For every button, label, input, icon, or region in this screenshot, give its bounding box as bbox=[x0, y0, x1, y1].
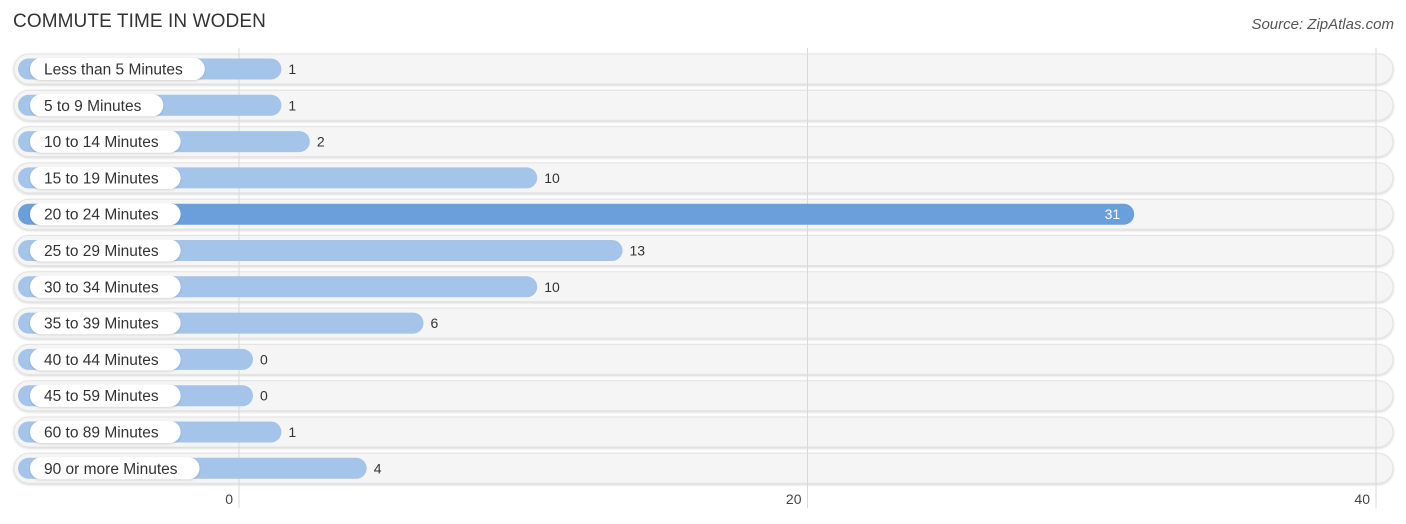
bars: Less than 5 Minutes 1 5 to 9 Minutes 1 10 to… bbox=[18, 58, 1135, 480]
category-label: 90 or more Minutes bbox=[44, 461, 178, 478]
value-label: 10 bbox=[544, 170, 560, 186]
x-axis-ticks: 0 20 40 bbox=[225, 491, 1370, 507]
value-label: 6 bbox=[431, 315, 439, 331]
bar-row: 30 to 34 Minutes 10 bbox=[18, 275, 560, 298]
value-label: 4 bbox=[374, 460, 382, 476]
category-label: 60 to 89 Minutes bbox=[44, 425, 159, 442]
x-tick-label: 0 bbox=[225, 491, 233, 507]
bar-row: 25 to 29 Minutes 13 bbox=[18, 239, 646, 262]
category-label: 15 to 19 Minutes bbox=[44, 170, 159, 187]
value-label: 13 bbox=[630, 243, 646, 259]
value-label: 1 bbox=[288, 61, 296, 77]
value-label: 0 bbox=[260, 388, 268, 404]
bar-row: 45 to 59 Minutes 0 bbox=[18, 384, 268, 407]
value-label: 31 bbox=[1105, 206, 1121, 222]
bar-row: 20 to 24 Minutes 31 bbox=[18, 203, 1135, 226]
category-label: 5 to 9 Minutes bbox=[44, 98, 142, 115]
value-label: 1 bbox=[288, 424, 296, 440]
bar bbox=[18, 203, 1135, 225]
category-label: 40 to 44 Minutes bbox=[44, 352, 159, 369]
category-label: 35 to 39 Minutes bbox=[44, 316, 159, 333]
category-label: 25 to 29 Minutes bbox=[44, 243, 159, 260]
bar-row: 60 to 89 Minutes 1 bbox=[18, 421, 296, 443]
x-tick-label: 20 bbox=[786, 491, 802, 507]
value-label: 1 bbox=[288, 97, 296, 113]
value-label: 2 bbox=[317, 134, 325, 150]
bar-row: 5 to 9 Minutes 1 bbox=[18, 94, 296, 117]
bar-row: 10 to 14 Minutes 2 bbox=[18, 130, 325, 153]
category-label: 10 to 14 Minutes bbox=[44, 134, 159, 151]
category-label: 30 to 34 Minutes bbox=[44, 279, 159, 296]
value-label: 0 bbox=[260, 351, 268, 367]
bar-chart: Less than 5 Minutes 1 5 to 9 Minutes 1 10 to… bbox=[13, 48, 1394, 508]
x-tick-label: 40 bbox=[1354, 491, 1370, 507]
bar-row: 15 to 19 Minutes 10 bbox=[18, 166, 560, 189]
category-label: Less than 5 Minutes bbox=[44, 62, 183, 79]
category-label: 45 to 59 Minutes bbox=[44, 388, 159, 405]
bar-row: Less than 5 Minutes 1 bbox=[18, 58, 296, 80]
bar-row: 90 or more Minutes 4 bbox=[18, 457, 382, 480]
value-label: 10 bbox=[544, 279, 560, 295]
bar-row: 35 to 39 Minutes 6 bbox=[18, 312, 439, 335]
category-label: 20 to 24 Minutes bbox=[44, 207, 159, 224]
bar-row: 40 to 44 Minutes 0 bbox=[18, 348, 268, 371]
bar-tracks bbox=[13, 53, 1394, 484]
